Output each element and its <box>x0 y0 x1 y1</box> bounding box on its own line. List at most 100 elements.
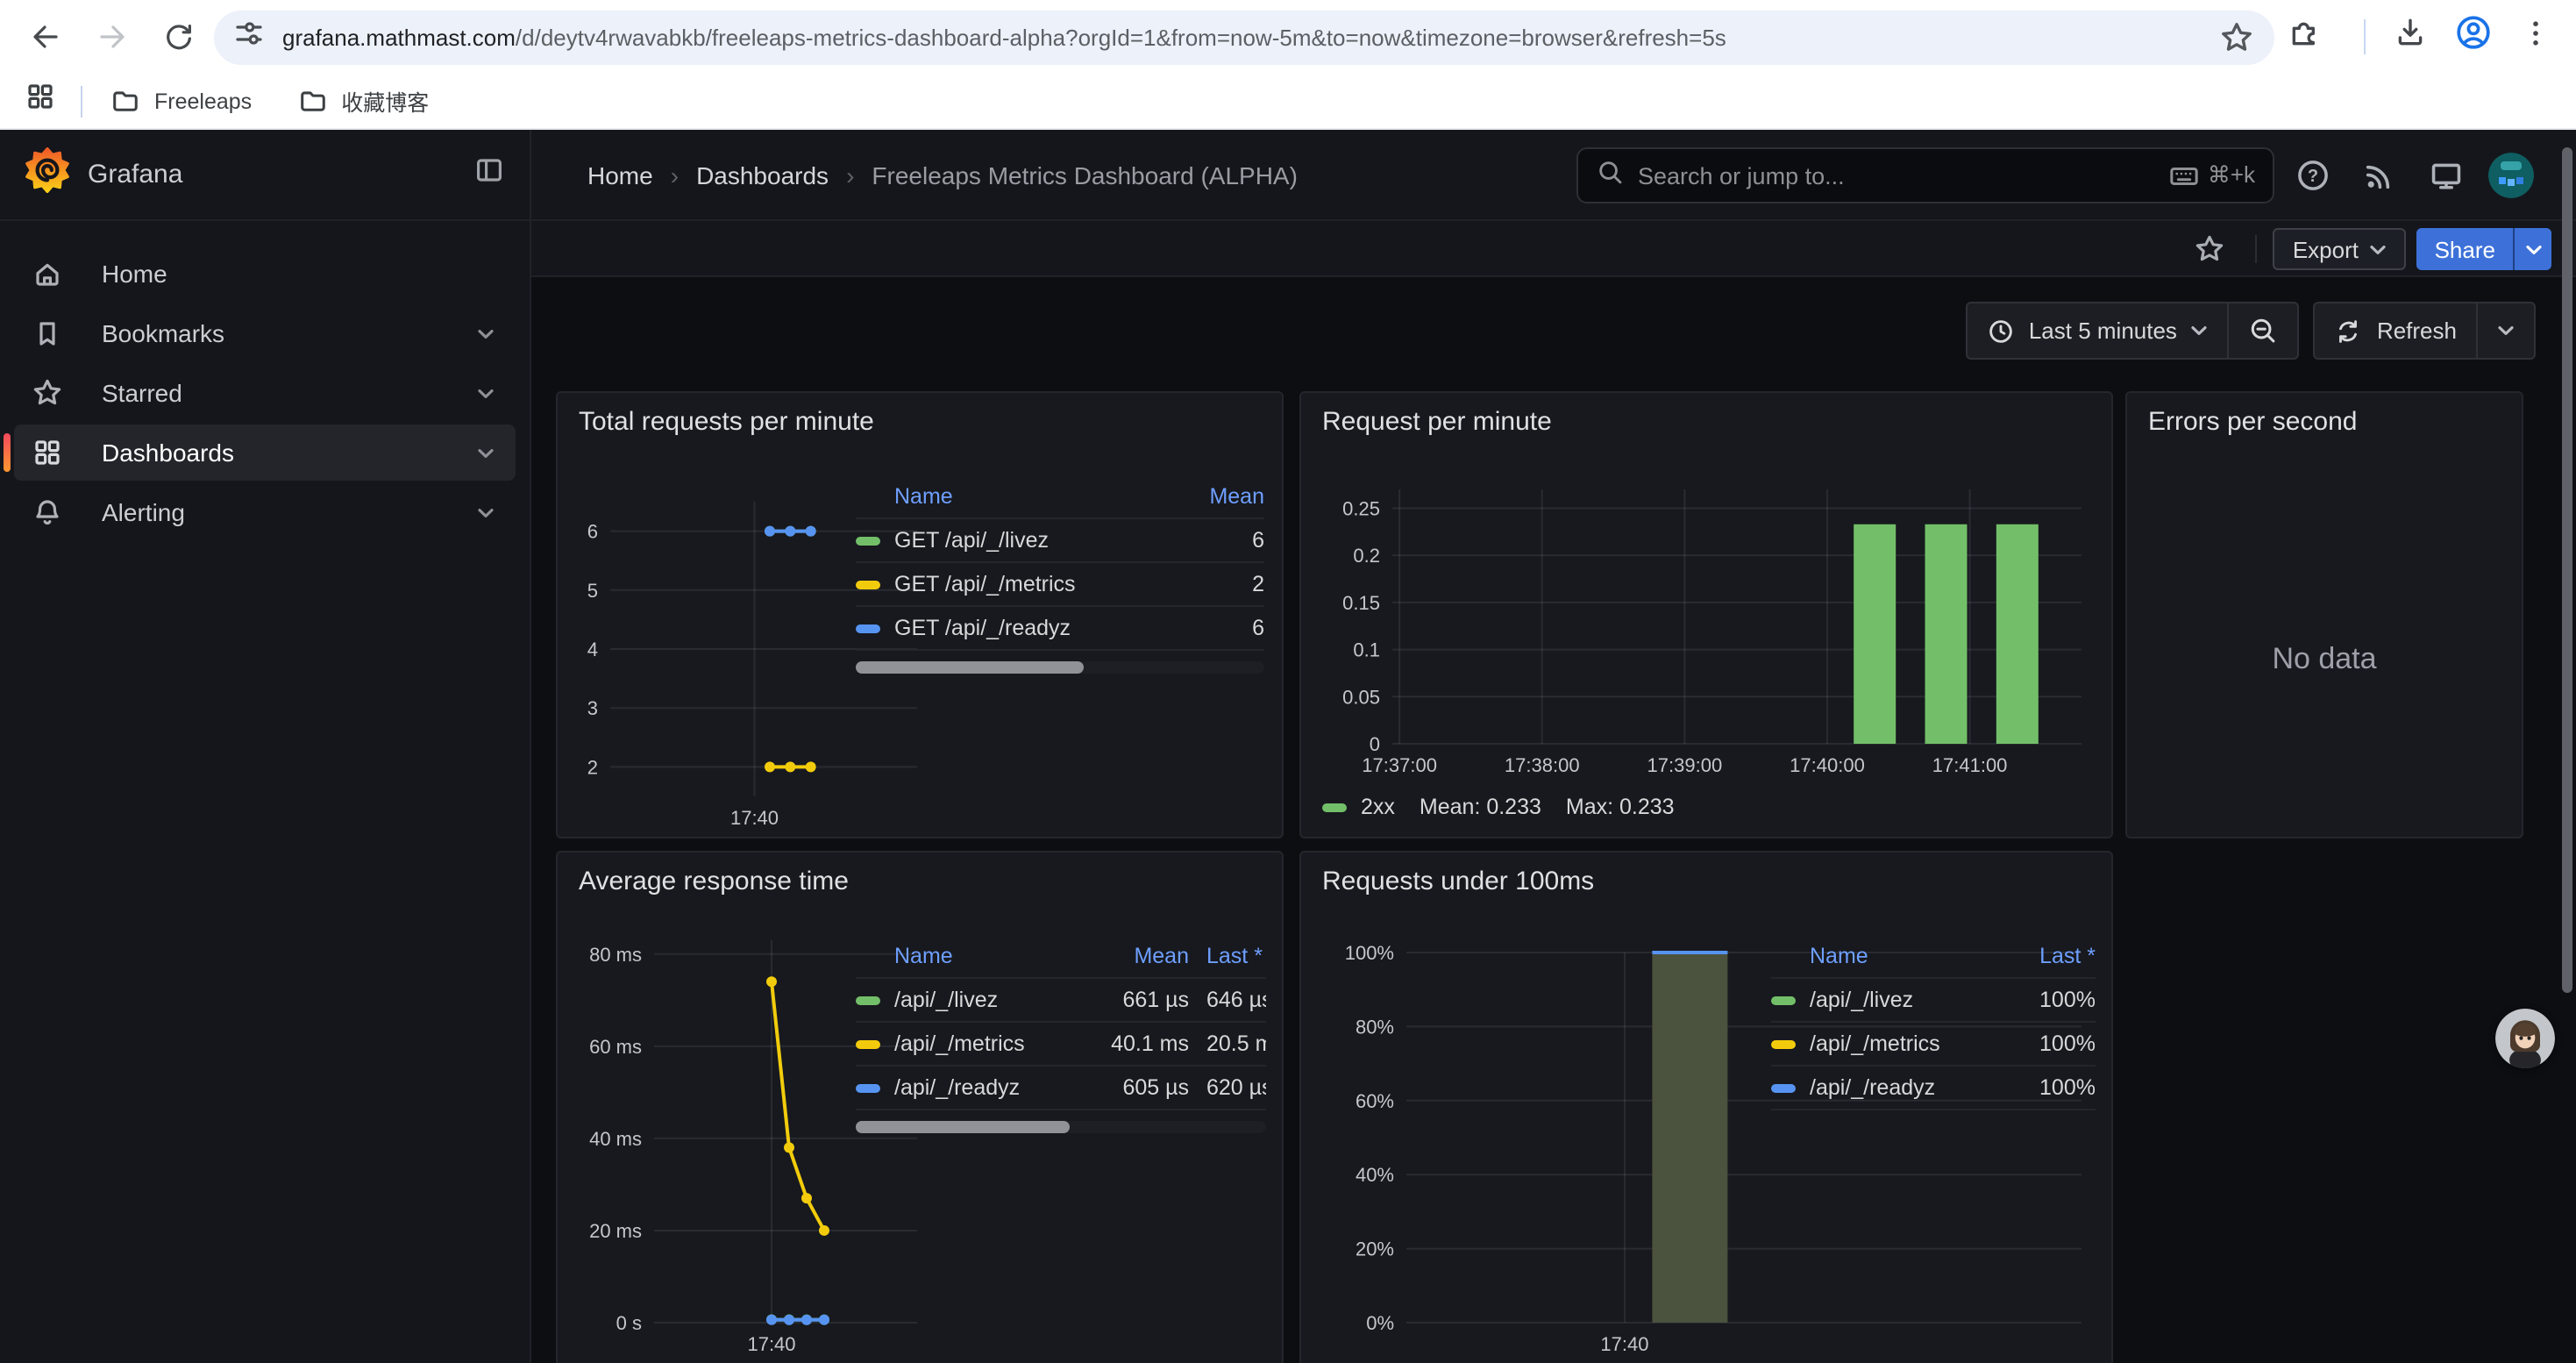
series-name: /api/_/livez <box>1810 988 2004 1012</box>
legend-col-mean[interactable]: Mean <box>1091 943 1189 967</box>
sidebar-item-home[interactable]: Home <box>14 246 516 302</box>
legend-col-mean[interactable]: Mean <box>1177 483 1264 508</box>
svg-text:20%: 20% <box>1356 1238 1394 1260</box>
share-menu-chevron[interactable] <box>2513 228 2551 270</box>
sidebar-item-bookmarks[interactable]: Bookmarks <box>14 305 516 361</box>
browser-menu-icon[interactable] <box>2520 17 2551 57</box>
panel-title[interactable]: Request per minute <box>1322 407 1552 437</box>
dashboard-actions-row: Export Share <box>531 221 2576 277</box>
svg-text:0.25: 0.25 <box>1342 497 1380 519</box>
profile-icon[interactable] <box>2455 14 2492 60</box>
chevron-down-icon[interactable] <box>477 496 495 528</box>
series-name: 2xx <box>1361 795 1395 819</box>
legend-scrollbar[interactable] <box>856 661 1264 674</box>
legend-row[interactable]: GET /api/_/metrics 2 <box>856 563 1264 607</box>
grafana-logo[interactable] <box>25 147 70 202</box>
page-scrollbar[interactable] <box>2562 147 2572 993</box>
back-icon[interactable] <box>25 16 67 58</box>
user-avatar[interactable] <box>2488 153 2534 198</box>
svg-text:80 ms: 80 ms <box>589 944 642 966</box>
series-name: GET /api/_/metrics <box>894 572 1177 596</box>
panel-request-per-minute[interactable]: Request per minute 0.250.20.150.10.05017… <box>1299 391 2113 838</box>
reload-icon[interactable] <box>158 16 200 58</box>
bar-chart[interactable]: 0.250.20.150.10.05017:37:0017:38:0017:39… <box>1301 393 2115 840</box>
legend-row[interactable]: /api/_/metrics 100% <box>1771 1023 2096 1067</box>
bell-icon <box>32 496 63 528</box>
panel-total-requests[interactable]: Total requests per minute 6543217:40 Nam… <box>556 391 1284 838</box>
svg-text:0.15: 0.15 <box>1342 592 1380 614</box>
kiosk-monitor-icon[interactable] <box>2429 158 2464 202</box>
site-settings-icon[interactable] <box>233 17 265 57</box>
downloads-icon[interactable] <box>2394 16 2427 58</box>
panel-requests-under-100ms[interactable]: Requests under 100ms 100%80%60%40%20%0%1… <box>1299 851 2113 1363</box>
extensions-icon[interactable] <box>2288 16 2322 58</box>
series-name: /api/_/readyz <box>894 1075 1091 1100</box>
search-input[interactable]: Search or jump to... ⌘+k <box>1576 147 2274 203</box>
forward-icon[interactable] <box>91 16 133 58</box>
chevron-down-icon[interactable] <box>477 318 495 349</box>
breadcrumb-dashboards[interactable]: Dashboards <box>696 161 829 189</box>
url-bar[interactable]: grafana.mathmast.com/d/deytv4rwavabkb/fr… <box>214 10 2274 64</box>
series-mean: 40.1 ms <box>1091 1031 1189 1056</box>
legend-col-name[interactable]: Name <box>894 483 1177 508</box>
series-mean: 605 µs <box>1091 1075 1189 1100</box>
share-button[interactable]: Share <box>2417 228 2551 270</box>
panel-title[interactable]: Total requests per minute <box>579 407 874 437</box>
legend-scrollbar[interactable] <box>856 1121 1266 1133</box>
panel-title[interactable]: Average response time <box>579 867 849 896</box>
legend-row[interactable]: /api/_/metrics 40.1 ms 20.5 ms <box>856 1023 1266 1067</box>
series-mean: 6 <box>1177 616 1264 640</box>
zoom-out-button[interactable] <box>2230 303 2298 358</box>
export-button[interactable]: Export <box>2274 228 2406 270</box>
legend-col-name[interactable]: Name <box>894 943 1091 967</box>
keyboard-icon <box>2169 161 2199 190</box>
svg-text:17:37:00: 17:37:00 <box>1362 754 1437 776</box>
favorite-star-icon[interactable] <box>2194 233 2225 274</box>
legend-row[interactable]: /api/_/livez 100% <box>1771 979 2096 1023</box>
svg-text:17:41:00: 17:41:00 <box>1932 754 2008 776</box>
legend-row[interactable]: /api/_/readyz 100% <box>1771 1067 2096 1110</box>
apps-grid-icon[interactable] <box>25 81 56 121</box>
panel-title[interactable]: Errors per second <box>2148 407 2357 437</box>
bookmark-folder-freeleaps[interactable]: Freeleaps <box>110 86 252 116</box>
panel-errors-per-second[interactable]: Errors per second No data <box>2125 391 2523 838</box>
series-pill <box>1322 803 1347 811</box>
legend-row[interactable]: /api/_/readyz 605 µs 620 µs <box>856 1067 1266 1110</box>
svg-text:0.2: 0.2 <box>1353 545 1380 567</box>
svg-text:40 ms: 40 ms <box>589 1128 642 1150</box>
panel-title[interactable]: Requests under 100ms <box>1322 867 1594 896</box>
url-text[interactable]: grafana.mathmast.com/d/deytv4rwavabkb/fr… <box>282 24 1726 50</box>
bookmark-star-icon[interactable] <box>2220 20 2253 62</box>
help-icon[interactable]: ? <box>2295 158 2330 202</box>
panel-average-response-time[interactable]: Average response time 80 ms60 ms40 ms20 … <box>556 851 1284 1363</box>
assistant-avatar[interactable] <box>2495 1009 2555 1068</box>
legend-row[interactable]: GET /api/_/readyz 6 <box>856 607 1264 651</box>
legend-col-name[interactable]: Name <box>1810 943 2004 967</box>
news-rss-icon[interactable] <box>2362 158 2397 202</box>
series-name: GET /api/_/readyz <box>894 616 1177 640</box>
legend-row[interactable]: GET /api/_/livez 6 <box>856 519 1264 563</box>
legend-row[interactable]: /api/_/livez 661 µs 646 µs <box>856 979 1266 1023</box>
chevron-down-icon[interactable] <box>477 437 495 468</box>
bookmark-icon <box>32 318 63 349</box>
sidebar: Home Bookmarks Starred Dashboards <box>0 221 531 1363</box>
time-range-picker[interactable]: Last 5 minutes <box>1968 303 2228 358</box>
svg-text:17:39:00: 17:39:00 <box>1647 754 1723 776</box>
breadcrumb-home[interactable]: Home <box>587 161 653 189</box>
svg-text:2: 2 <box>587 756 598 778</box>
sidebar-item-dashboards[interactable]: Dashboards <box>14 425 516 481</box>
sidebar-item-starred[interactable]: Starred <box>14 365 516 421</box>
sidebar-item-alerting[interactable]: Alerting <box>14 484 516 540</box>
breadcrumb-current: Freeleaps Metrics Dashboard (ALPHA) <box>872 161 1298 189</box>
brand-zone: Grafana <box>0 130 531 219</box>
bookmark-folder-blogs[interactable]: 收藏博客 <box>297 84 429 118</box>
chevron-down-icon <box>2369 243 2387 255</box>
refresh-button[interactable]: Refresh <box>2316 303 2476 358</box>
legend-item-2xx[interactable]: 2xx <box>1322 795 1395 819</box>
mega-menu-toggle-icon[interactable] <box>473 154 505 195</box>
chevron-down-icon[interactable] <box>477 377 495 409</box>
refresh-interval-chevron[interactable] <box>2478 303 2534 358</box>
legend-col-last[interactable]: Last * <box>2004 943 2096 967</box>
series-pill <box>1771 995 1796 1004</box>
legend-col-last[interactable]: Last * <box>1206 943 1266 967</box>
